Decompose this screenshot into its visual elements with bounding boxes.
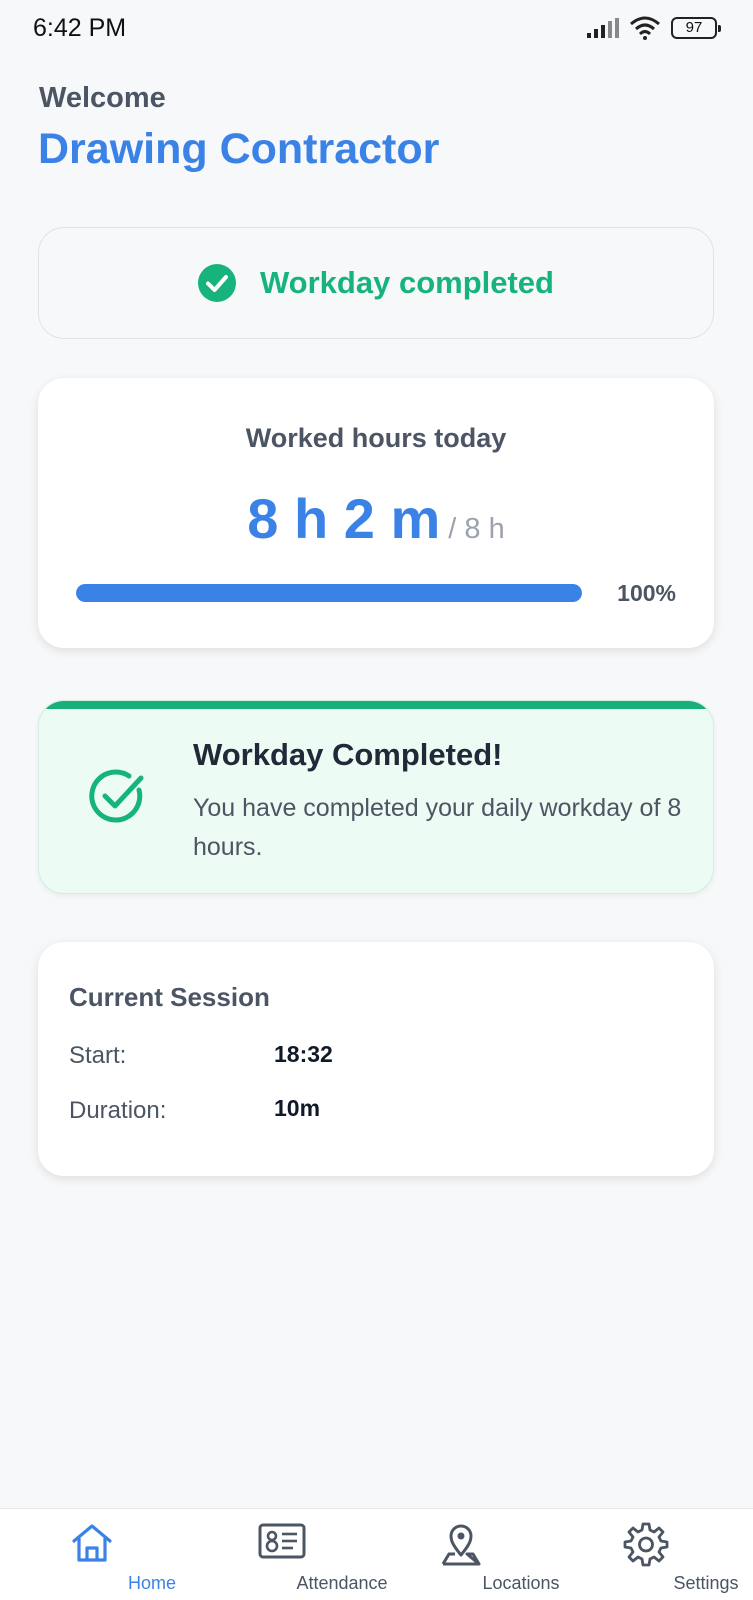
status-bar: 6:42 PM 97 [0, 0, 753, 58]
nav-settings-label: Settings [673, 1573, 739, 1593]
signal-icon [587, 18, 619, 38]
workday-completed-banner: Workday Completed! You have completed yo… [38, 700, 714, 894]
nav-locations[interactable]: Locations [401, 1509, 560, 1600]
check-circle-outline-icon [89, 769, 144, 823]
home-screen: 6:42 PM 97 Welcome Drawing Contractor Wo… [0, 0, 753, 1600]
session-duration-value: 10m [274, 1095, 321, 1121]
session-duration-label: Duration: [69, 1097, 167, 1124]
session-start-value: 18:32 [274, 1041, 333, 1067]
gear-icon [623, 1522, 669, 1567]
nav-home[interactable]: Home [32, 1509, 176, 1600]
nav-locations-label: Locations [482, 1573, 560, 1593]
session-title: Current Session [69, 982, 270, 1012]
banner-title: Workday Completed! [193, 737, 503, 772]
nav-home-label: Home [127, 1573, 176, 1593]
status-icons: 97 [585, 16, 721, 40]
workday-progress-percent: 100% [617, 580, 676, 606]
worked-hours-card: Worked hours today 8 h 2 m/ 8 h 100% [38, 378, 714, 648]
worked-hours-target: / 8 h [448, 513, 505, 545]
workday-progress-fill [76, 584, 582, 602]
battery-level: 97 [685, 19, 703, 36]
wifi-icon [630, 16, 660, 40]
workday-progress-bar [76, 584, 582, 602]
check-circle-icon [197, 264, 236, 302]
workday-status-card: Workday completed [38, 227, 714, 339]
current-session-card: Current Session Start: 18:32 Duration: 1… [38, 942, 714, 1176]
banner-accent-bar [39, 701, 713, 709]
welcome-label: Welcome [39, 82, 166, 114]
nav-attendance-label: Attendance [296, 1573, 388, 1593]
banner-message: You have completed your daily workday of… [193, 794, 682, 861]
workday-status-label: Workday completed [259, 265, 554, 300]
status-time: 6:42 PM [33, 14, 127, 42]
home-icon [72, 1524, 112, 1562]
id-card-icon [258, 1523, 306, 1559]
nav-settings[interactable]: Settings [586, 1509, 739, 1600]
worked-hours-title: Worked hours today [245, 423, 507, 453]
battery-icon: 97 [671, 17, 721, 39]
bottom-navigation: Home Attendance Locations Settings [0, 1508, 753, 1600]
map-pin-icon [441, 1524, 481, 1566]
session-start-label: Start: [69, 1042, 127, 1069]
worked-hours-value: 8 h 2 m/ 8 h [38, 486, 714, 551]
worked-hours-amount: 8 h 2 m [247, 487, 441, 550]
nav-attendance[interactable]: Attendance [222, 1509, 388, 1600]
user-name: Drawing Contractor [38, 125, 440, 173]
